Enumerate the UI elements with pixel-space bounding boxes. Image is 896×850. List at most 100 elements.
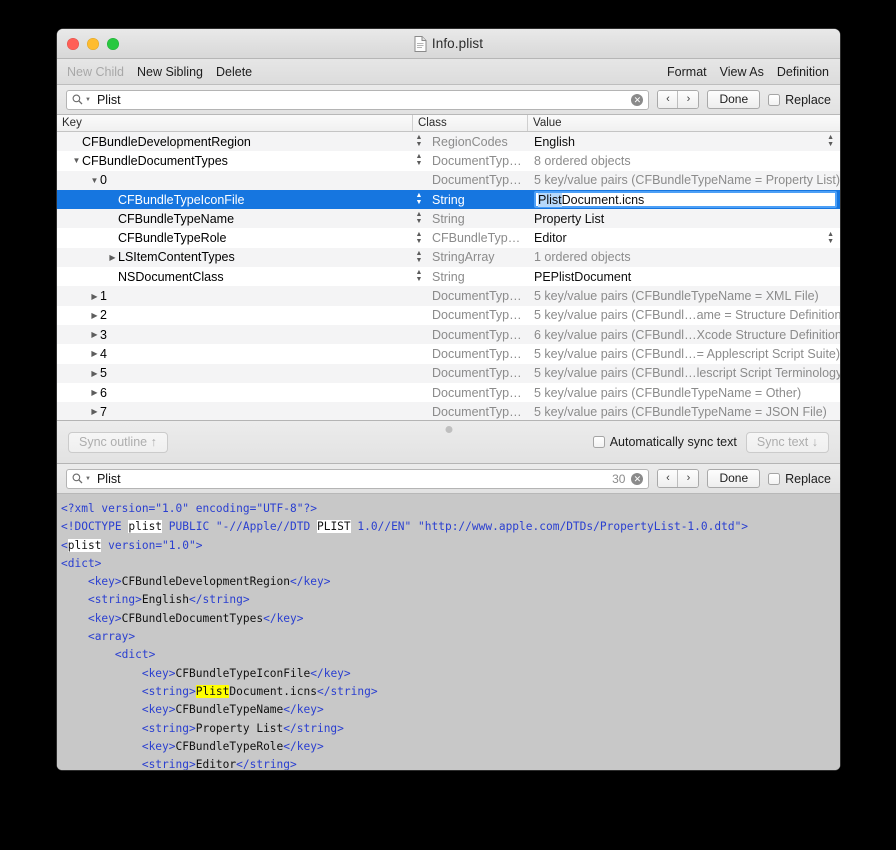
cell-value[interactable]: 5 key/value pairs (CFBundl…ame = Structu…	[527, 308, 840, 322]
auto-sync-checkbox[interactable]	[593, 436, 605, 448]
cell-key[interactable]: CFBundleTypeName	[57, 212, 412, 226]
cell-class[interactable]: String	[426, 212, 527, 226]
cell-class[interactable]: RegionCodes	[426, 135, 527, 149]
column-header-value[interactable]: Value	[527, 115, 840, 131]
clear-icon[interactable]: ✕	[631, 94, 643, 106]
key-stepper[interactable]: ▲▼	[412, 251, 426, 264]
table-row[interactable]: ▶6 DocumentTyp…5 key/value pairs (CFBundl…	[57, 383, 840, 402]
sync-outline-button[interactable]: Sync outline ↑	[68, 432, 168, 453]
window-titlebar[interactable]: Info.plist	[57, 29, 840, 59]
cell-value[interactable]: English▲▼	[527, 135, 840, 149]
split-grabber-handle[interactable]	[445, 426, 452, 433]
disclosure-triangle-closed[interactable]: ▶	[89, 388, 100, 397]
cell-class[interactable]: DocumentTyp…	[426, 289, 527, 303]
column-header-class[interactable]: Class	[412, 115, 527, 131]
xml-text-editor[interactable]: <?xml version="1.0" encoding="UTF-8"?><!…	[57, 494, 840, 770]
table-row[interactable]: ▶1 DocumentTyp…5 key/value pairs (CFBundl…	[57, 286, 840, 305]
disclosure-triangle-open[interactable]: ▼	[71, 156, 82, 165]
xml-find-previous-button[interactable]: ‹	[658, 470, 678, 487]
key-stepper[interactable]: ▲▼	[412, 154, 426, 167]
value-edit-input[interactable]: PlistDocument.icns	[534, 191, 837, 208]
table-row[interactable]: ▶2 DocumentTyp…5 key/value pairs (CFBundl…	[57, 306, 840, 325]
cell-key[interactable]: ▶4	[57, 347, 412, 361]
cell-key[interactable]: ▶7	[57, 405, 412, 419]
table-row[interactable]: ▶LSItemContentTypes▲▼StringArray1 ordere…	[57, 248, 840, 267]
disclosure-triangle-closed[interactable]: ▶	[89, 330, 100, 339]
sync-text-button[interactable]: Sync text ↓	[746, 432, 829, 453]
xml-search-done-button[interactable]: Done	[707, 469, 760, 488]
cell-key[interactable]: CFBundleTypeIconFile	[57, 193, 412, 207]
definition-menu[interactable]: Definition	[777, 65, 829, 79]
table-row[interactable]: ▶4 DocumentTyp…5 key/value pairs (CFBundl…	[57, 344, 840, 363]
outline-search-done-button[interactable]: Done	[707, 90, 760, 109]
table-row[interactable]: ▶3DocumentTyp…6 key/value pairs (CFBundl…	[57, 325, 840, 344]
value-stepper[interactable]: ▲▼	[827, 135, 834, 148]
chevron-down-icon[interactable]: ▼	[85, 476, 91, 482]
table-row[interactable]: CFBundleTypeIconFile▲▼String PlistDocumen…	[57, 190, 840, 209]
cell-class[interactable]: DocumentTyp…	[426, 173, 527, 187]
outline-search-field[interactable]: ▼ Plist ✕	[66, 90, 649, 110]
table-row[interactable]: ▶7 DocumentTyp…5 key/value pairs (CFBundl…	[57, 402, 840, 420]
disclosure-triangle-open[interactable]: ▼	[89, 176, 100, 185]
disclosure-triangle-closed[interactable]: ▶	[89, 292, 100, 301]
cell-class[interactable]: DocumentTyp…	[426, 328, 527, 342]
clear-icon[interactable]: ✕	[631, 473, 643, 485]
cell-value[interactable]: Property List	[527, 212, 840, 226]
table-row[interactable]: ▶5DocumentTyp…5 key/value pairs (CFBundl…	[57, 364, 840, 383]
disclosure-triangle-closed[interactable]: ▶	[89, 349, 100, 358]
find-next-button[interactable]: ›	[678, 91, 698, 108]
cell-class[interactable]: StringArray	[426, 250, 527, 264]
table-row[interactable]: NSDocumentClass▲▼StringPEPlistDocument	[57, 267, 840, 286]
cell-class[interactable]: String	[426, 193, 527, 207]
cell-key[interactable]: ▶1	[57, 289, 412, 303]
outline-table[interactable]: Key Class Value CFBundleDevelopmentRegio…	[57, 115, 840, 420]
column-header-key[interactable]: Key	[57, 115, 412, 131]
cell-value[interactable]: Editor▲▼	[527, 231, 840, 245]
xml-search-field[interactable]: ▼ Plist 30 ✕	[66, 469, 649, 489]
disclosure-triangle-closed[interactable]: ▶	[89, 407, 100, 416]
cell-value[interactable]: 5 key/value pairs (CFBundleTypeName = Ot…	[527, 386, 840, 400]
new-sibling-button[interactable]: New Sibling	[137, 65, 203, 79]
outline-replace-toggle[interactable]: Replace	[768, 93, 831, 107]
disclosure-triangle-closed[interactable]: ▶	[89, 311, 100, 320]
cell-key[interactable]: ▼0	[57, 173, 412, 187]
cell-key[interactable]: ▼CFBundleDocumentTypes	[57, 154, 412, 168]
cell-class[interactable]: DocumentTyp…	[426, 308, 527, 322]
cell-class[interactable]: DocumentTyp…	[426, 386, 527, 400]
table-row[interactable]: ▼0 DocumentTyp…5 key/value pairs (CFBundl…	[57, 171, 840, 190]
table-row[interactable]: CFBundleTypeName▲▼StringProperty List	[57, 209, 840, 228]
cell-class[interactable]: DocumentTyp…	[426, 405, 527, 419]
table-row[interactable]: CFBundleTypeRole▲▼CFBundleTyp…Editor▲▼	[57, 228, 840, 247]
cell-value[interactable]: 1 ordered objects	[527, 250, 840, 264]
cell-value[interactable]: 6 key/value pairs (CFBundl…Xcode Structu…	[527, 328, 840, 342]
cell-key[interactable]: ▶LSItemContentTypes	[57, 250, 412, 264]
cell-value[interactable]: 5 key/value pairs (CFBundleTypeName = XM…	[527, 289, 840, 303]
key-stepper[interactable]: ▲▼	[412, 193, 426, 206]
delete-button[interactable]: Delete	[216, 65, 252, 79]
cell-value[interactable]: 5 key/value pairs (CFBundl…= Applescript…	[527, 347, 840, 361]
cell-value[interactable]: 5 key/value pairs (CFBundleTypeName = Pr…	[527, 173, 840, 187]
cell-value[interactable]: 5 key/value pairs (CFBundleTypeName = JS…	[527, 405, 840, 419]
disclosure-triangle-closed[interactable]: ▶	[89, 369, 100, 378]
cell-key[interactable]: NSDocumentClass	[57, 270, 412, 284]
value-stepper[interactable]: ▲▼	[827, 232, 834, 245]
cell-class[interactable]: DocumentTyp…	[426, 154, 527, 168]
cell-class[interactable]: String	[426, 270, 527, 284]
close-button[interactable]	[67, 38, 79, 50]
key-stepper[interactable]: ▲▼	[412, 270, 426, 283]
key-stepper[interactable]: ▲▼	[412, 212, 426, 225]
zoom-button[interactable]	[107, 38, 119, 50]
key-stepper[interactable]: ▲▼	[412, 232, 426, 245]
table-row[interactable]: CFBundleDevelopmentRegion▲▼RegionCodesEn…	[57, 132, 840, 151]
find-previous-button[interactable]: ‹	[658, 91, 678, 108]
xml-replace-toggle[interactable]: Replace	[768, 472, 831, 486]
cell-key[interactable]: ▶5	[57, 366, 412, 380]
cell-key[interactable]: ▶2	[57, 308, 412, 322]
disclosure-triangle-closed[interactable]: ▶	[107, 253, 118, 262]
cell-value[interactable]: PlistDocument.icns	[527, 191, 840, 208]
cell-value[interactable]: 8 ordered objects	[527, 154, 840, 168]
cell-key[interactable]: ▶6	[57, 386, 412, 400]
cell-class[interactable]: DocumentTyp…	[426, 347, 527, 361]
minimize-button[interactable]	[87, 38, 99, 50]
auto-sync-toggle[interactable]: Automatically sync text	[593, 435, 737, 449]
